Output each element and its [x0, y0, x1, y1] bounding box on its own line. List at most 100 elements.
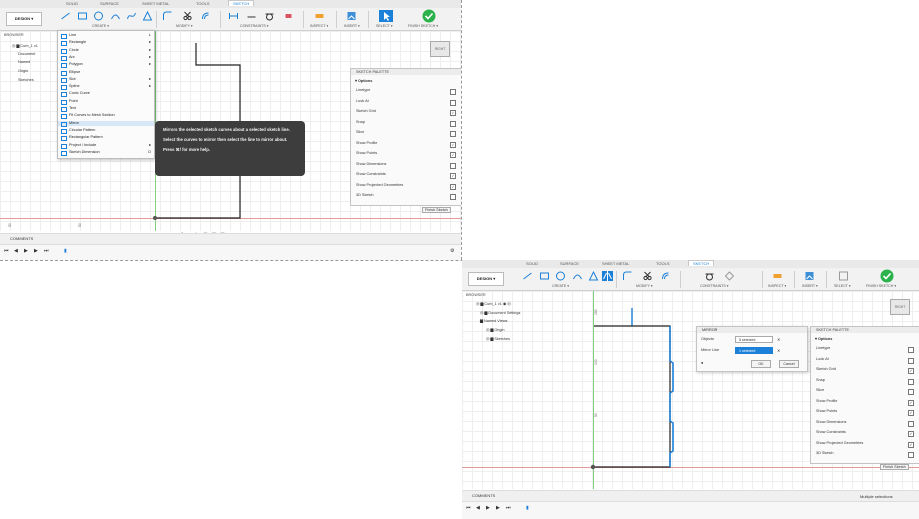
create-menu-item[interactable]: Mirror [58, 120, 154, 127]
coincident-constraint-icon[interactable] [724, 271, 735, 281]
create-menu-item[interactable]: Point [58, 99, 154, 105]
palette-checkbox[interactable]: ✓ [450, 152, 456, 158]
browser-item[interactable]: ▆ Named Views [480, 318, 507, 323]
offset-tool-icon[interactable] [200, 11, 211, 21]
mirror-line-selection-field[interactable]: 1 selected [735, 347, 773, 354]
tab-sketch[interactable]: SKETCH [688, 260, 715, 266]
palette-checkbox[interactable] [908, 357, 914, 364]
palette-checkbox[interactable]: ✓ [450, 110, 456, 116]
spline-tool-icon[interactable] [126, 11, 137, 21]
create-menu-item[interactable]: Polygon ▸ [58, 62, 154, 69]
constraints-group-label[interactable]: CONSTRAINTS ▾ [240, 24, 269, 28]
tab-sheet-metal[interactable]: SHEET METAL [142, 1, 169, 6]
browser-item[interactable]: Named [18, 60, 30, 64]
dialog-info-icon[interactable]: ● [701, 360, 703, 365]
trim-scissors-icon[interactable] [642, 271, 653, 281]
view-cube[interactable]: RIGHT [890, 299, 910, 315]
measure-tool-icon[interactable] [314, 11, 325, 21]
line-tool-icon[interactable] [522, 271, 533, 281]
fillet-tool-icon[interactable] [162, 11, 173, 21]
create-menu-item[interactable]: Slot ▸ [58, 77, 154, 83]
create-group-label[interactable]: CREATE ▾ [552, 284, 569, 288]
palette-checkbox[interactable] [450, 162, 456, 169]
tangent-constraint-icon[interactable] [264, 11, 275, 21]
circle-tool-icon[interactable] [555, 271, 566, 281]
create-menu-item[interactable]: Project / Include ▸ [58, 143, 154, 149]
select-group-label[interactable]: SELECT ▾ [376, 24, 393, 28]
objects-selection-field[interactable]: 5 selected [735, 336, 773, 343]
insert-image-icon[interactable] [346, 11, 357, 21]
ok-button[interactable]: OK [751, 360, 771, 368]
timeline-prev-icon[interactable]: ◀ [14, 248, 18, 254]
palette-checkbox[interactable] [450, 194, 456, 200]
palette-checkbox[interactable] [450, 99, 456, 106]
insert-image-icon[interactable] [804, 271, 815, 281]
cancel-button[interactable]: Cancel [779, 360, 799, 368]
timeline-last-icon[interactable]: ⏭ [44, 248, 49, 254]
create-menu-item[interactable]: Line L [58, 33, 154, 39]
palette-checkbox[interactable] [908, 389, 914, 395]
palette-checkbox[interactable] [908, 452, 914, 458]
timeline-first-icon[interactable]: ⏮ [466, 505, 471, 511]
browser-item[interactable]: ◎ ▆ Origin [486, 327, 504, 332]
create-menu-item[interactable]: Text [58, 106, 154, 112]
comments-label[interactable]: COMMENTS [10, 236, 33, 241]
finish-sketch-label[interactable]: FINISH SKETCH ▾ [866, 284, 896, 288]
palette-checkbox[interactable]: ✓ [908, 368, 914, 374]
palette-checkbox[interactable] [450, 120, 456, 127]
clear-objects-icon[interactable]: ✕ [777, 337, 780, 342]
tab-surface[interactable]: SURFACE [560, 261, 579, 266]
palette-checkbox[interactable]: ✓ [908, 441, 914, 448]
timeline-first-icon[interactable]: ⏮ [4, 248, 9, 254]
insert-group-label[interactable]: INSERT ▾ [344, 24, 360, 28]
arc-tool-icon[interactable] [110, 11, 121, 21]
palette-checkbox[interactable]: ✓ [450, 173, 456, 179]
offset-tool-icon[interactable] [660, 271, 671, 281]
browser-item[interactable]: Document [18, 52, 35, 56]
browser-item[interactable]: Origin [18, 69, 28, 73]
palette-checkbox[interactable]: ✓ [450, 141, 456, 148]
browser-document-root[interactable]: ◎ ▆ Curb_1 v1 ◉ ◎ [476, 301, 511, 306]
rectangle-tool-icon[interactable] [539, 271, 550, 281]
palette-options-header[interactable]: ▾ Options [815, 336, 832, 341]
triangle-tool-icon[interactable] [588, 270, 599, 281]
create-menu-item[interactable]: Sketch Dimension D [58, 150, 154, 156]
timeline-sketch-marker-icon[interactable]: ▮ [64, 248, 67, 254]
create-menu-item[interactable]: Circle ▸ [58, 48, 154, 54]
finish-sketch-button[interactable]: Finish Sketch [422, 207, 451, 213]
palette-checkbox[interactable] [450, 131, 456, 137]
design-workspace-button[interactable]: DESIGN ▾ [468, 272, 504, 286]
timeline-prev-icon[interactable]: ◀ [476, 505, 480, 511]
modify-group-label[interactable]: MODIFY ▾ [176, 24, 193, 28]
tab-tools[interactable]: TOOLS [196, 1, 210, 6]
browser-item[interactable]: Sketches [18, 78, 34, 82]
dimension-label[interactable]: 150 [594, 309, 598, 315]
palette-checkbox[interactable] [908, 420, 914, 427]
palette-checkbox[interactable] [908, 347, 914, 353]
tab-solid[interactable]: SOLID [526, 261, 538, 266]
timeline-next-icon[interactable]: ▶ [34, 248, 38, 254]
comments-label[interactable]: COMMENTS [472, 493, 495, 498]
tab-sketch[interactable]: SKETCH [228, 0, 255, 6]
triangle-tool-icon[interactable] [142, 10, 153, 21]
palette-checkbox[interactable] [908, 378, 914, 385]
browser-item[interactable]: ◎ ▆ Document Settings [480, 310, 520, 315]
tab-surface[interactable]: SURFACE [100, 1, 119, 6]
create-menu-item[interactable]: Conic Curve [58, 91, 154, 98]
palette-checkbox[interactable]: ✓ [908, 410, 914, 416]
select-group-label[interactable]: SELECT ▾ [834, 284, 851, 288]
create-group-label[interactable]: CREATE ▾ [92, 24, 109, 28]
view-cube[interactable]: RIGHT [430, 41, 450, 57]
inspect-group-label[interactable]: INSPECT ▾ [768, 284, 786, 288]
palette-options-header[interactable]: ▾ Options [355, 78, 372, 83]
create-menu-item[interactable]: Circular Pattern [58, 128, 154, 134]
line-tool-icon[interactable] [60, 11, 71, 21]
insert-group-label[interactable]: INSERT ▾ [802, 284, 818, 288]
modify-group-label[interactable]: MODIFY ▾ [636, 284, 653, 288]
design-workspace-button[interactable]: DESIGN ▾ [6, 12, 42, 26]
horizontal-constraint-icon[interactable] [246, 11, 257, 21]
create-menu-item[interactable]: Ellipse [58, 70, 154, 76]
create-menu-item[interactable]: Rectangular Pattern [58, 135, 154, 142]
rectangle-tool-icon[interactable] [77, 11, 88, 21]
select-tool-icon[interactable] [838, 271, 849, 281]
